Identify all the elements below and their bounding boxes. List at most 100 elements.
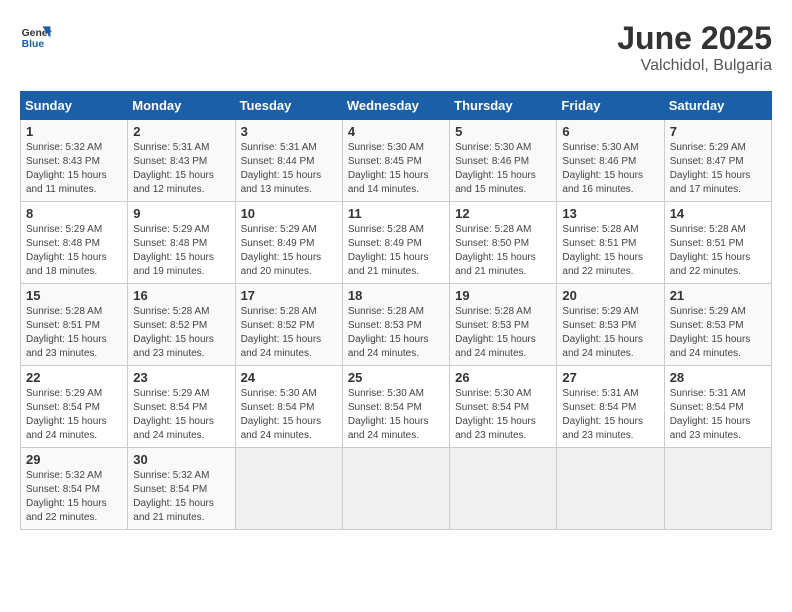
- day-info: Sunrise: 5:32 AM Sunset: 8:54 PM Dayligh…: [133, 469, 229, 525]
- day-info: Sunrise: 5:29 AM Sunset: 8:53 PM Dayligh…: [562, 305, 658, 361]
- calendar-cell: [450, 448, 557, 530]
- day-info: Sunrise: 5:28 AM Sunset: 8:53 PM Dayligh…: [348, 305, 444, 361]
- calendar-cell: 14 Sunrise: 5:28 AM Sunset: 8:51 PM Dayli…: [664, 202, 771, 284]
- day-number: 21: [670, 288, 766, 303]
- day-info: Sunrise: 5:31 AM Sunset: 8:43 PM Dayligh…: [133, 141, 229, 197]
- calendar-cell: 11 Sunrise: 5:28 AM Sunset: 8:49 PM Dayli…: [342, 202, 449, 284]
- day-info: Sunrise: 5:28 AM Sunset: 8:51 PM Dayligh…: [670, 223, 766, 279]
- calendar-cell: 28 Sunrise: 5:31 AM Sunset: 8:54 PM Dayli…: [664, 366, 771, 448]
- day-number: 7: [670, 124, 766, 139]
- day-number: 20: [562, 288, 658, 303]
- subtitle: Valchidol, Bulgaria: [617, 57, 772, 75]
- day-info: Sunrise: 5:28 AM Sunset: 8:50 PM Dayligh…: [455, 223, 551, 279]
- column-header-saturday: Saturday: [664, 92, 771, 120]
- day-info: Sunrise: 5:32 AM Sunset: 8:43 PM Dayligh…: [26, 141, 122, 197]
- day-number: 22: [26, 370, 122, 385]
- day-number: 15: [26, 288, 122, 303]
- day-info: Sunrise: 5:30 AM Sunset: 8:46 PM Dayligh…: [455, 141, 551, 197]
- day-info: Sunrise: 5:30 AM Sunset: 8:54 PM Dayligh…: [241, 387, 337, 443]
- calendar-cell: 19 Sunrise: 5:28 AM Sunset: 8:53 PM Dayli…: [450, 284, 557, 366]
- day-number: 28: [670, 370, 766, 385]
- day-number: 26: [455, 370, 551, 385]
- day-info: Sunrise: 5:32 AM Sunset: 8:54 PM Dayligh…: [26, 469, 122, 525]
- calendar-cell: 23 Sunrise: 5:29 AM Sunset: 8:54 PM Dayli…: [128, 366, 235, 448]
- calendar-cell: 4 Sunrise: 5:30 AM Sunset: 8:45 PM Daylig…: [342, 120, 449, 202]
- day-info: Sunrise: 5:29 AM Sunset: 8:54 PM Dayligh…: [133, 387, 229, 443]
- column-header-wednesday: Wednesday: [342, 92, 449, 120]
- title-block: June 2025 Valchidol, Bulgaria: [617, 20, 772, 75]
- day-number: 19: [455, 288, 551, 303]
- day-info: Sunrise: 5:28 AM Sunset: 8:53 PM Dayligh…: [455, 305, 551, 361]
- day-info: Sunrise: 5:28 AM Sunset: 8:49 PM Dayligh…: [348, 223, 444, 279]
- day-number: 17: [241, 288, 337, 303]
- day-number: 10: [241, 206, 337, 221]
- logo-icon: General Blue: [20, 20, 52, 52]
- calendar-week-4: 29 Sunrise: 5:32 AM Sunset: 8:54 PM Dayli…: [21, 448, 772, 530]
- calendar-week-0: 1 Sunrise: 5:32 AM Sunset: 8:43 PM Daylig…: [21, 120, 772, 202]
- calendar-cell: 21 Sunrise: 5:29 AM Sunset: 8:53 PM Dayli…: [664, 284, 771, 366]
- day-number: 29: [26, 452, 122, 467]
- calendar-cell: 5Sunrise: 5:30 AM Sunset: 8:46 PM Daylig…: [450, 120, 557, 202]
- calendar-cell: [557, 448, 664, 530]
- calendar-cell: [235, 448, 342, 530]
- calendar-cell: 15 Sunrise: 5:28 AM Sunset: 8:51 PM Dayli…: [21, 284, 128, 366]
- day-number: 1: [26, 124, 122, 139]
- logo: General Blue: [20, 20, 52, 52]
- day-info: Sunrise: 5:31 AM Sunset: 8:44 PM Dayligh…: [241, 141, 337, 197]
- day-number: 9: [133, 206, 229, 221]
- day-info: Sunrise: 5:28 AM Sunset: 8:52 PM Dayligh…: [133, 305, 229, 361]
- calendar-cell: 16 Sunrise: 5:28 AM Sunset: 8:52 PM Dayli…: [128, 284, 235, 366]
- calendar-cell: 26Sunrise: 5:30 AM Sunset: 8:54 PM Dayli…: [450, 366, 557, 448]
- day-number: 11: [348, 206, 444, 221]
- day-number: 12: [455, 206, 551, 221]
- day-number: 24: [241, 370, 337, 385]
- day-info: Sunrise: 5:30 AM Sunset: 8:45 PM Dayligh…: [348, 141, 444, 197]
- day-number: 18: [348, 288, 444, 303]
- day-number: 8: [26, 206, 122, 221]
- calendar-cell: 27Sunrise: 5:31 AM Sunset: 8:54 PM Dayli…: [557, 366, 664, 448]
- calendar-cell: 20 Sunrise: 5:29 AM Sunset: 8:53 PM Dayli…: [557, 284, 664, 366]
- day-info: Sunrise: 5:31 AM Sunset: 8:54 PM Dayligh…: [670, 387, 766, 443]
- calendar-cell: 24 Sunrise: 5:30 AM Sunset: 8:54 PM Dayli…: [235, 366, 342, 448]
- column-header-tuesday: Tuesday: [235, 92, 342, 120]
- calendar-cell: 22 Sunrise: 5:29 AM Sunset: 8:54 PM Dayli…: [21, 366, 128, 448]
- day-number: 13: [562, 206, 658, 221]
- calendar-table: SundayMondayTuesdayWednesdayThursdayFrid…: [20, 91, 772, 530]
- calendar-week-2: 15 Sunrise: 5:28 AM Sunset: 8:51 PM Dayli…: [21, 284, 772, 366]
- day-info: Sunrise: 5:29 AM Sunset: 8:54 PM Dayligh…: [26, 387, 122, 443]
- month-title: June 2025: [617, 20, 772, 57]
- calendar-cell: 3 Sunrise: 5:31 AM Sunset: 8:44 PM Daylig…: [235, 120, 342, 202]
- day-info: Sunrise: 5:31 AM Sunset: 8:54 PM Dayligh…: [562, 387, 658, 443]
- calendar-cell: 2 Sunrise: 5:31 AM Sunset: 8:43 PM Daylig…: [128, 120, 235, 202]
- day-number: 4: [348, 124, 444, 139]
- day-number: 14: [670, 206, 766, 221]
- day-info: Sunrise: 5:28 AM Sunset: 8:51 PM Dayligh…: [26, 305, 122, 361]
- calendar-week-1: 8 Sunrise: 5:29 AM Sunset: 8:48 PM Daylig…: [21, 202, 772, 284]
- day-number: 25: [348, 370, 444, 385]
- calendar-cell: 9Sunrise: 5:29 AM Sunset: 8:48 PM Daylig…: [128, 202, 235, 284]
- day-info: Sunrise: 5:28 AM Sunset: 8:51 PM Dayligh…: [562, 223, 658, 279]
- day-number: 2: [133, 124, 229, 139]
- column-header-friday: Friday: [557, 92, 664, 120]
- calendar-cell: 25Sunrise: 5:30 AM Sunset: 8:54 PM Dayli…: [342, 366, 449, 448]
- day-number: 3: [241, 124, 337, 139]
- calendar-cell: 10Sunrise: 5:29 AM Sunset: 8:49 PM Dayli…: [235, 202, 342, 284]
- calendar-cell: 13 Sunrise: 5:28 AM Sunset: 8:51 PM Dayli…: [557, 202, 664, 284]
- day-info: Sunrise: 5:29 AM Sunset: 8:48 PM Dayligh…: [26, 223, 122, 279]
- column-header-sunday: Sunday: [21, 92, 128, 120]
- day-info: Sunrise: 5:29 AM Sunset: 8:53 PM Dayligh…: [670, 305, 766, 361]
- day-number: 23: [133, 370, 229, 385]
- calendar-cell: 12 Sunrise: 5:28 AM Sunset: 8:50 PM Dayli…: [450, 202, 557, 284]
- header: General Blue June 2025 Valchidol, Bulgar…: [20, 20, 772, 75]
- calendar-cell: [664, 448, 771, 530]
- day-info: Sunrise: 5:30 AM Sunset: 8:46 PM Dayligh…: [562, 141, 658, 197]
- calendar-cell: 29 Sunrise: 5:32 AM Sunset: 8:54 PM Dayli…: [21, 448, 128, 530]
- day-info: Sunrise: 5:29 AM Sunset: 8:47 PM Dayligh…: [670, 141, 766, 197]
- day-number: 16: [133, 288, 229, 303]
- calendar-week-3: 22 Sunrise: 5:29 AM Sunset: 8:54 PM Dayli…: [21, 366, 772, 448]
- column-header-thursday: Thursday: [450, 92, 557, 120]
- day-number: 30: [133, 452, 229, 467]
- calendar-cell: 8 Sunrise: 5:29 AM Sunset: 8:48 PM Daylig…: [21, 202, 128, 284]
- calendar-cell: 30 Sunrise: 5:32 AM Sunset: 8:54 PM Dayli…: [128, 448, 235, 530]
- calendar-cell: 6Sunrise: 5:30 AM Sunset: 8:46 PM Daylig…: [557, 120, 664, 202]
